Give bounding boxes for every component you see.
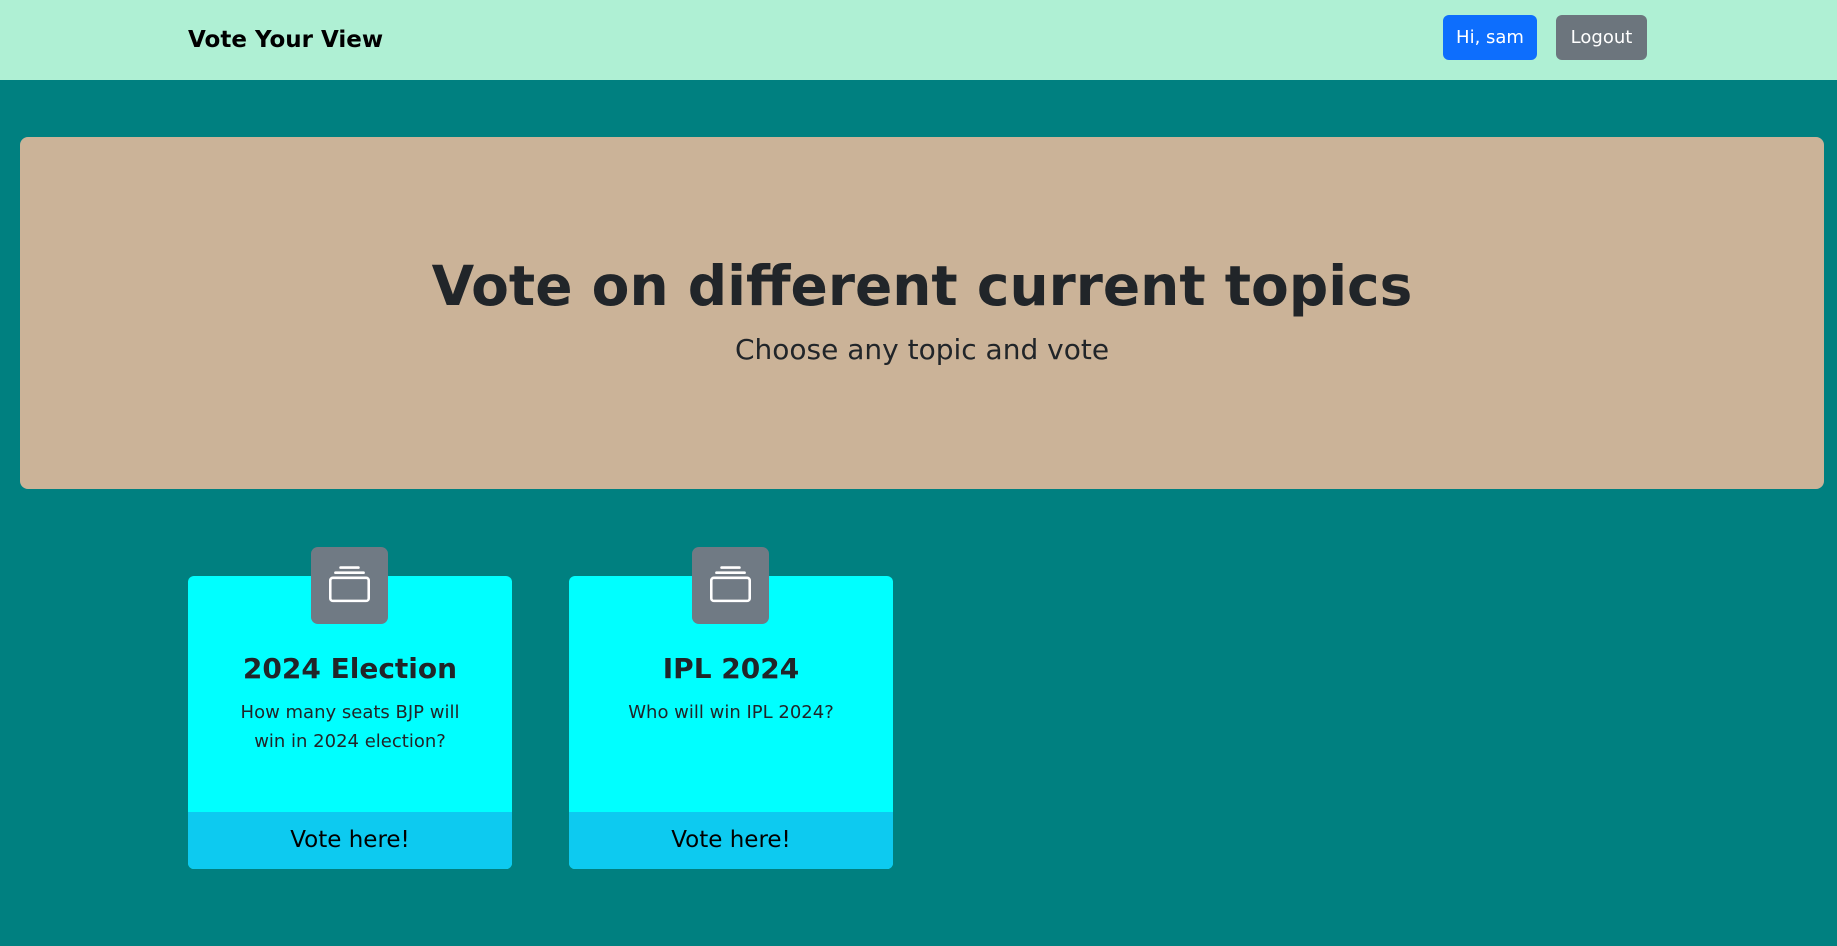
vote-button[interactable]: Vote here!	[188, 812, 512, 869]
topic-card-election: 2024 Election How many seats BJP will wi…	[188, 547, 512, 869]
hero-subtitle: Choose any topic and vote	[734, 333, 1110, 366]
hero-banner: Vote on different current topics Choose …	[20, 137, 1824, 489]
collection-icon	[311, 547, 388, 624]
card-question: How many seats BJP will win in 2024 elec…	[240, 702, 460, 752]
user-greeting-button[interactable]: Hi, sam	[1443, 15, 1537, 60]
card-title: 2024 Election	[242, 652, 458, 685]
logout-button[interactable]: Logout	[1556, 15, 1647, 60]
hero-title: Vote on different current topics	[431, 254, 1413, 318]
navbar: Vote Your View Hi, sam Logout	[0, 0, 1837, 80]
topic-card-ipl: IPL 2024 Who will win IPL 2024? Vote her…	[569, 547, 893, 869]
collection-icon	[692, 547, 769, 624]
vote-button[interactable]: Vote here!	[569, 812, 893, 869]
card-title: IPL 2024	[662, 652, 800, 685]
card-question: Who will win IPL 2024?	[628, 702, 834, 723]
brand-title[interactable]: Vote Your View	[188, 0, 383, 80]
